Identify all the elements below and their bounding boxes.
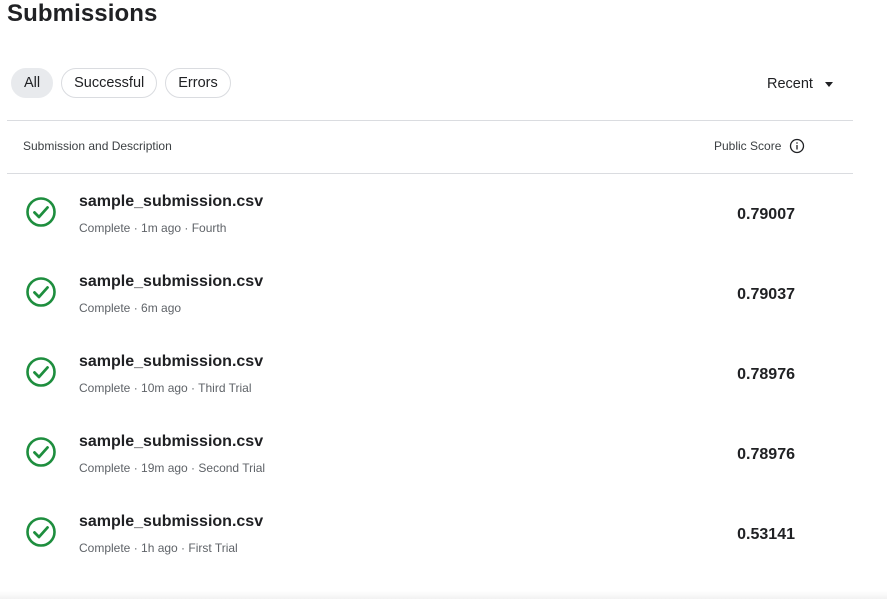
- check-circle-icon: [26, 517, 56, 547]
- public-score: 0.78976: [737, 446, 795, 463]
- submission-row[interactable]: sample_submission.csv Complete · 19m ago…: [7, 420, 853, 500]
- public-score: 0.79037: [737, 286, 795, 303]
- check-circle-icon: [26, 357, 56, 387]
- submission-row[interactable]: sample_submission.csv Complete · 10m ago…: [7, 340, 853, 420]
- submission-row[interactable]: sample_submission.csv Complete · 1h ago …: [7, 500, 853, 580]
- submission-filename[interactable]: sample_submission.csv: [79, 273, 263, 291]
- divider-top: [7, 120, 853, 121]
- filter-chips: All Successful Errors: [11, 68, 231, 98]
- submission-filename[interactable]: sample_submission.csv: [79, 513, 263, 531]
- filter-successful-chip[interactable]: Successful: [61, 68, 158, 98]
- divider-header: [7, 173, 853, 174]
- info-icon[interactable]: [789, 138, 805, 154]
- filter-errors-chip[interactable]: Errors: [165, 68, 231, 98]
- check-circle-icon: [26, 437, 56, 467]
- public-score: 0.53141: [737, 526, 795, 543]
- submission-filename[interactable]: sample_submission.csv: [79, 193, 263, 211]
- filter-all-chip[interactable]: All: [11, 68, 54, 98]
- submission-status: Complete · 10m ago · Third Trial: [79, 381, 252, 395]
- submission-filename[interactable]: sample_submission.csv: [79, 353, 263, 371]
- public-score: 0.79007: [737, 206, 795, 223]
- bottom-fade: [0, 591, 887, 599]
- column-header-score-label: Public Score: [714, 139, 782, 153]
- submission-status: Complete · 19m ago · Second Trial: [79, 461, 266, 475]
- submission-status: Complete · 6m ago: [79, 301, 182, 315]
- submission-status: Complete · 1h ago · First Trial: [79, 541, 238, 555]
- submission-row[interactable]: sample_submission.csv Complete · 1m ago …: [7, 180, 853, 260]
- sort-label: Recent: [767, 76, 813, 92]
- check-circle-icon: [26, 277, 56, 307]
- page-title: Submissions: [7, 0, 158, 27]
- check-circle-icon: [26, 197, 56, 227]
- column-header-score: Public Score: [714, 138, 805, 154]
- public-score: 0.78976: [737, 366, 795, 383]
- sort-dropdown[interactable]: Recent: [767, 76, 833, 92]
- caret-down-icon: [824, 81, 833, 87]
- column-header-submission: Submission and Description: [23, 139, 172, 153]
- submission-row[interactable]: sample_submission.csv Complete · 6m ago …: [7, 260, 853, 340]
- submission-status: Complete · 1m ago · Fourth: [79, 221, 227, 235]
- submission-filename[interactable]: sample_submission.csv: [79, 433, 263, 451]
